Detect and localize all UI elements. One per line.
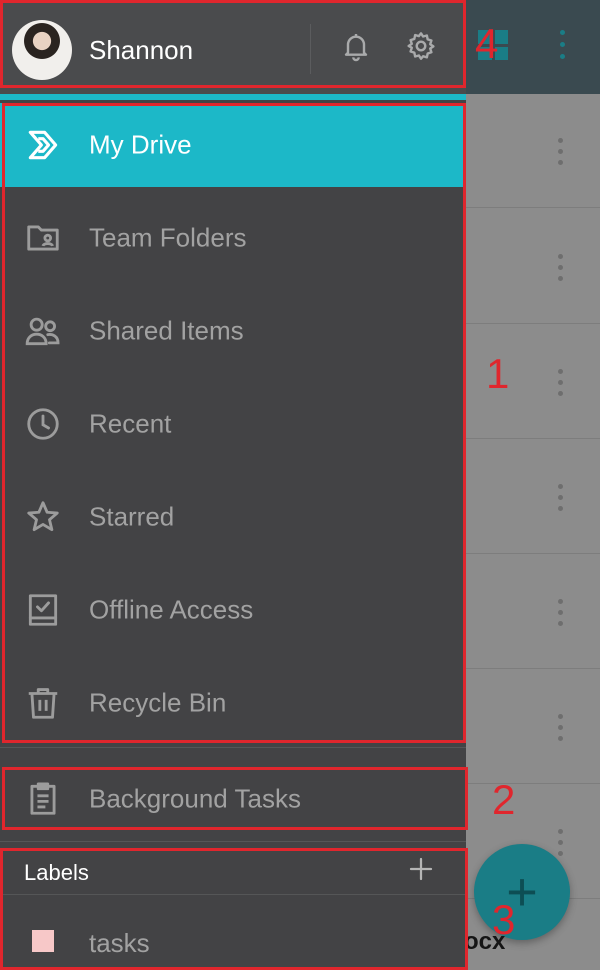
row-more-icon[interactable]	[558, 599, 564, 629]
annotation-number: 2	[492, 776, 516, 823]
team-folder-icon	[24, 219, 62, 257]
label-item-tasks[interactable]: tasks	[0, 900, 466, 970]
labels-header: Labels	[0, 850, 466, 894]
labels-title: Labels	[24, 860, 89, 885]
nav-label: Starred	[89, 501, 175, 532]
trash-icon	[24, 684, 62, 722]
nav-item-background-tasks[interactable]: Background Tasks	[0, 757, 466, 841]
nav-label: Offline Access	[89, 594, 254, 625]
row-more-icon[interactable]	[558, 369, 564, 399]
nav-label: My Drive	[89, 129, 192, 160]
nav-label: Team Folders	[89, 222, 247, 253]
add-label-plus-icon[interactable]	[406, 854, 436, 884]
annotation-number: 4	[475, 20, 499, 67]
drawer-header: Shannon	[0, 0, 466, 94]
label-color-swatch	[32, 930, 54, 952]
header-accent-strip	[0, 94, 466, 100]
row-more-icon[interactable]	[558, 829, 564, 859]
row-more-icon[interactable]	[558, 714, 564, 744]
avatar[interactable]	[12, 20, 72, 80]
file-row	[466, 440, 600, 554]
add-fab-button[interactable]: +	[474, 844, 570, 940]
nav-label: Background Tasks	[89, 783, 301, 814]
row-more-icon[interactable]	[558, 484, 564, 514]
file-row	[466, 670, 600, 784]
nav-label: Recycle Bin	[89, 687, 227, 718]
file-row	[466, 210, 600, 324]
nav-item-team-folders[interactable]: Team Folders	[0, 196, 466, 280]
label-text: tasks	[89, 928, 150, 958]
nav-item-starred[interactable]: Starred	[0, 475, 466, 559]
annotation-number: 3	[492, 896, 516, 943]
nav-label: Recent	[89, 408, 172, 439]
section-divider	[0, 747, 466, 748]
section-divider	[0, 841, 466, 842]
nav-item-shared-items[interactable]: Shared Items	[0, 289, 466, 373]
offline-check-icon	[24, 591, 62, 629]
settings-gear-icon[interactable]	[405, 30, 437, 62]
nav-item-recent[interactable]: Recent	[0, 382, 466, 466]
user-name[interactable]: Shannon	[89, 35, 193, 66]
nav-item-offline-access[interactable]: Offline Access	[0, 568, 466, 652]
navigation-drawer: Shannon My Drive Team Folders Shared Ite…	[0, 0, 466, 970]
clock-icon	[24, 405, 62, 443]
notifications-bell-icon[interactable]	[340, 30, 372, 62]
nav-label: Shared Items	[89, 315, 244, 346]
annotation-number: 1	[486, 350, 510, 397]
drive-icon	[24, 126, 62, 164]
file-row	[466, 94, 600, 208]
clipboard-icon	[24, 780, 62, 818]
star-icon	[24, 498, 62, 536]
row-more-icon[interactable]	[558, 254, 564, 284]
row-more-icon[interactable]	[558, 138, 564, 168]
file-row	[466, 555, 600, 669]
nav-item-my-drive[interactable]: My Drive	[0, 103, 466, 187]
section-divider	[0, 894, 466, 895]
more-options-icon[interactable]	[560, 30, 565, 66]
nav-item-recycle-bin[interactable]: Recycle Bin	[0, 661, 466, 745]
header-divider	[310, 24, 311, 74]
shared-users-icon	[24, 312, 62, 350]
